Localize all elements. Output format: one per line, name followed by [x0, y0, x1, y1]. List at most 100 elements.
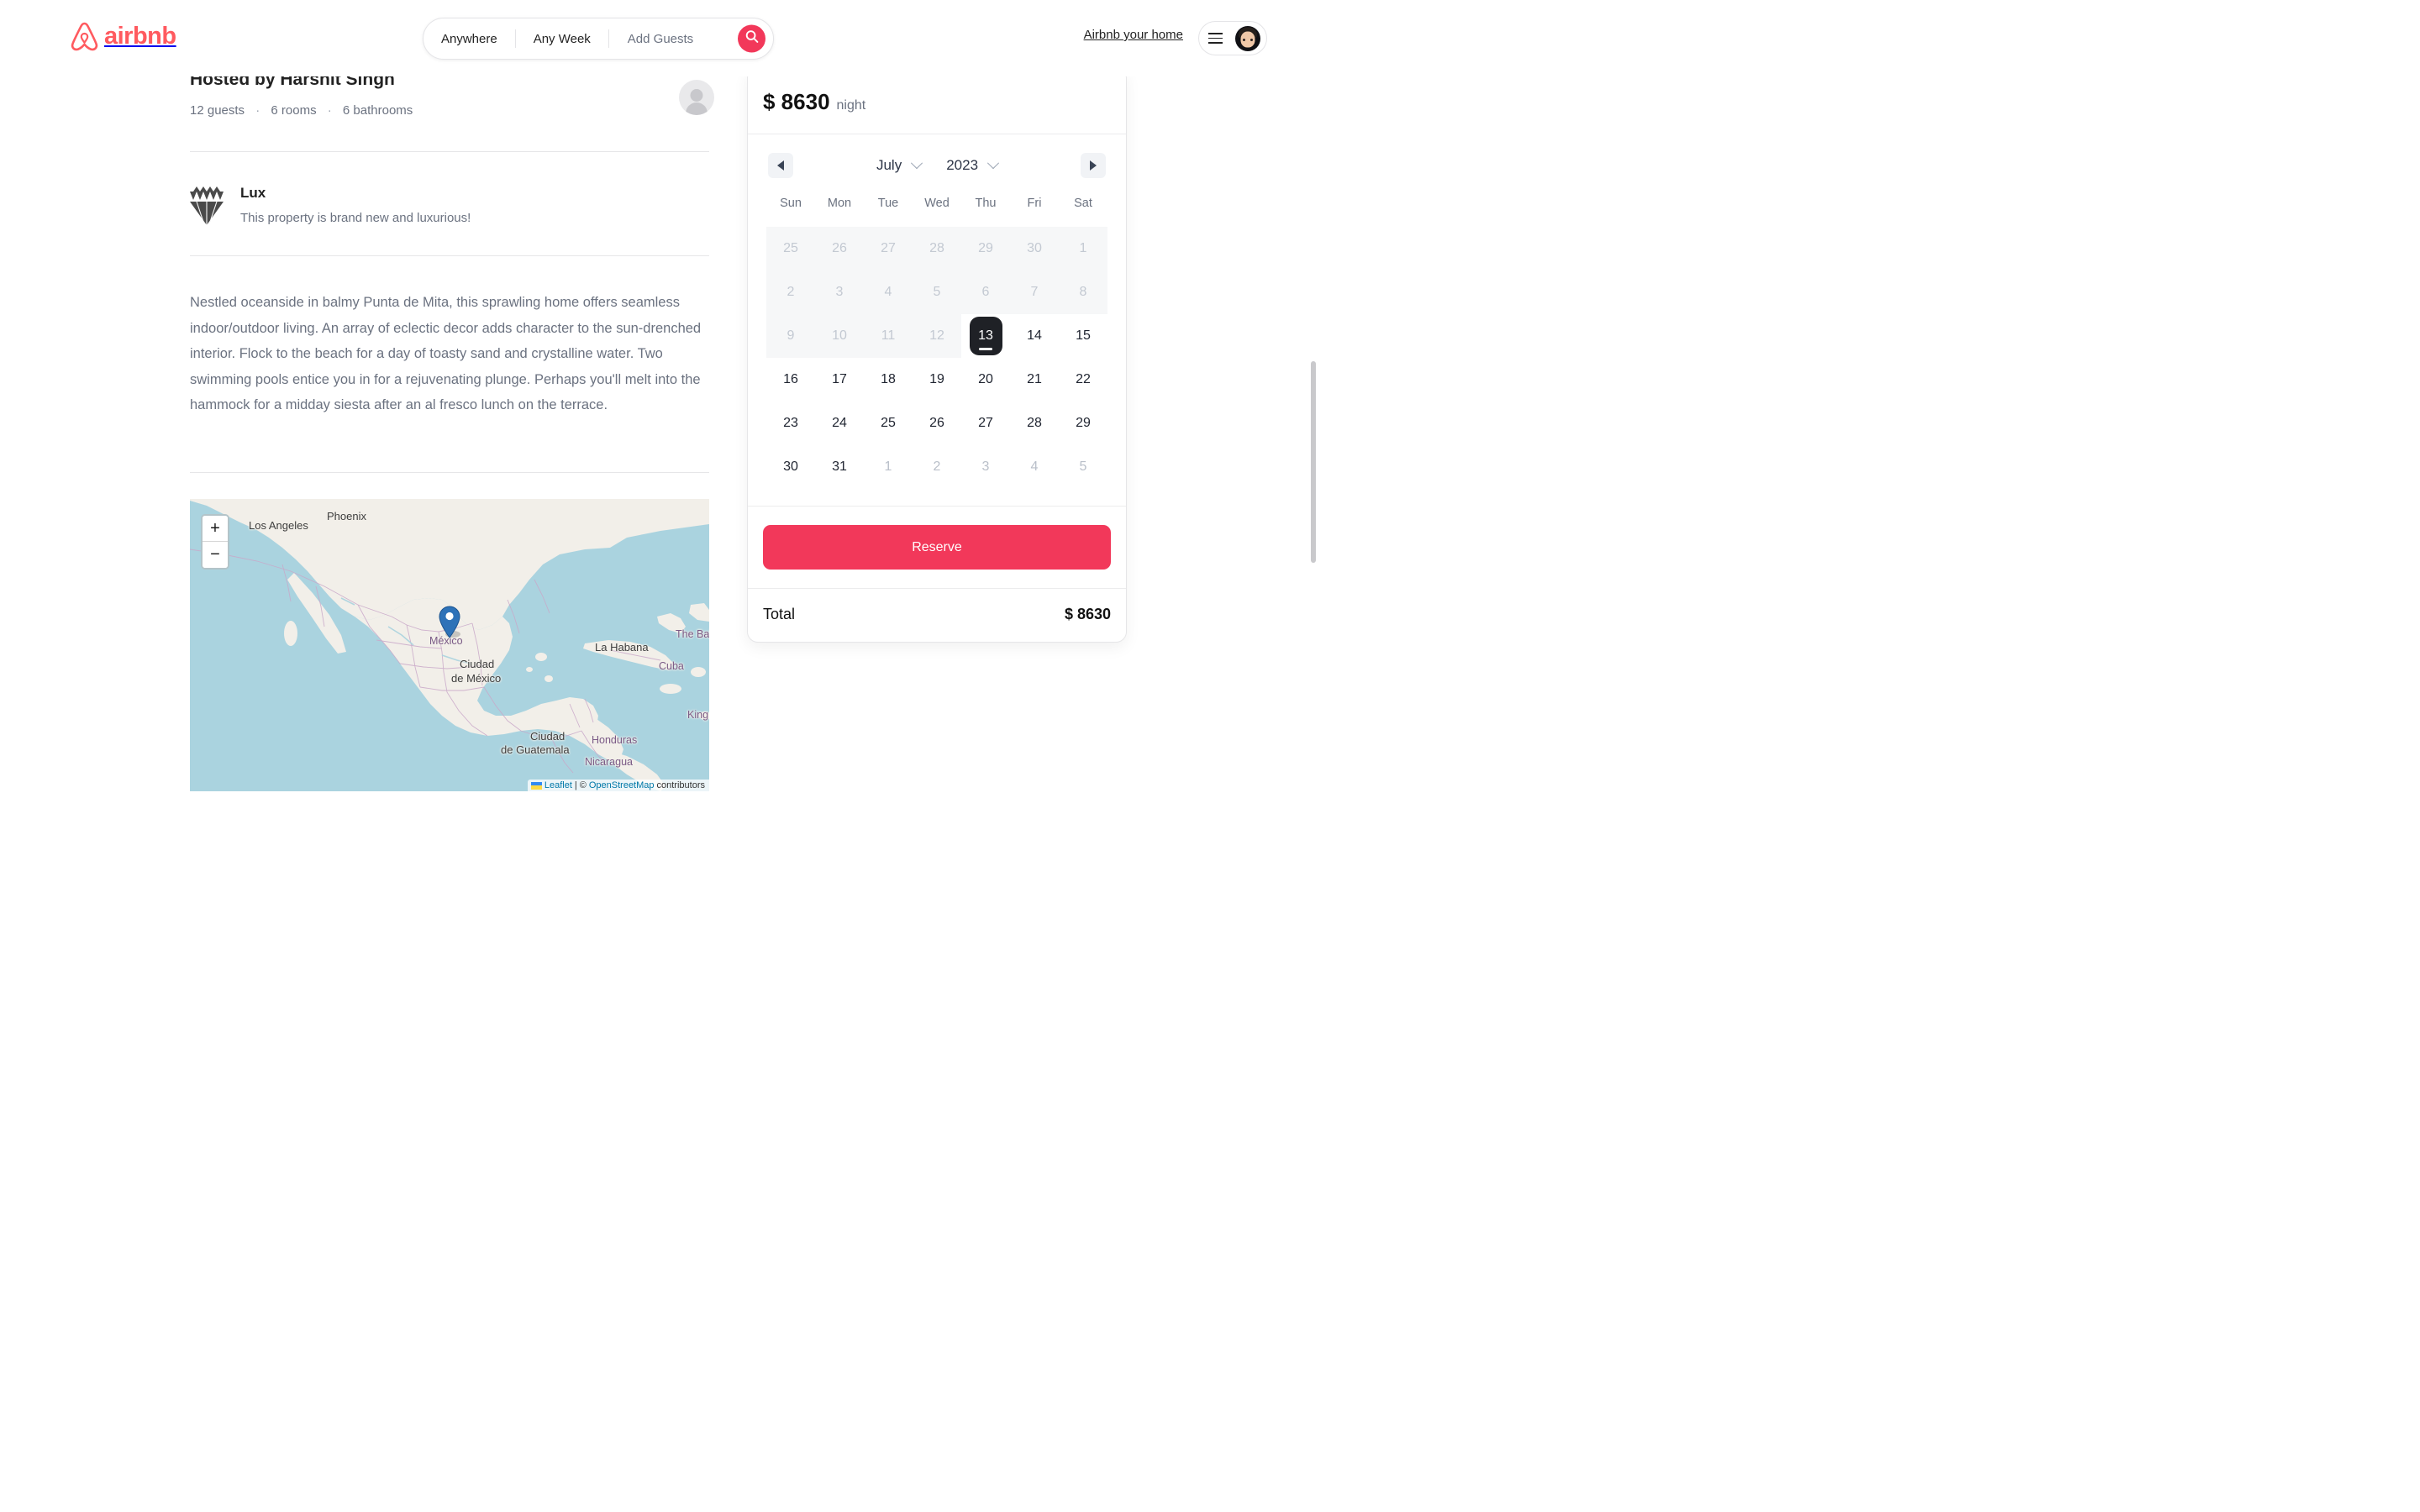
calendar-day: 2	[766, 270, 815, 314]
search-button[interactable]	[738, 24, 765, 53]
month-year-selects: July 2023	[876, 157, 1000, 174]
calendar-grid: Sun Mon Tue Wed Thu Fri Sat 25 26 27 28 29 30 1 2 3 4 5 6 7…	[766, 197, 1107, 489]
capacity-separator-2: ·	[327, 103, 332, 118]
weekday-header: Thu	[975, 197, 997, 210]
year-select[interactable]: 2023	[946, 157, 1000, 174]
chevron-left-icon	[777, 160, 784, 171]
weekday-header: Fri	[1027, 197, 1042, 210]
next-month-button[interactable]	[1081, 153, 1106, 178]
capacity-bathrooms: 6 bathrooms	[342, 103, 413, 118]
map-place-label: de México	[451, 672, 502, 685]
reserve-button[interactable]: Reserve	[763, 525, 1111, 570]
calendar-day[interactable]: 30	[766, 445, 815, 489]
calendar-day: 1	[1059, 227, 1107, 270]
prev-month-button[interactable]	[768, 153, 793, 178]
calendar-day: 10	[815, 314, 864, 358]
attribution-contributors: contributors	[656, 780, 705, 790]
map-place-label: de Guatemala	[501, 743, 570, 756]
weekday-header: Mon	[827, 197, 852, 210]
map-place-label: Ciudad	[530, 730, 566, 743]
location-pin-marker[interactable]	[439, 606, 460, 643]
map-attribution[interactable]: Leaflet | © OpenStreetMap contributors	[527, 780, 709, 791]
capacity-separator-1: ·	[255, 103, 260, 118]
host-avatar-body	[686, 102, 708, 115]
site-header: airbnb Anywhere Any Week Add Guests Airb…	[0, 0, 1318, 76]
page-scrollbar[interactable]	[1311, 361, 1316, 563]
calendar-day[interactable]: 18	[864, 358, 913, 402]
calendar-day: 1	[884, 459, 892, 474]
price-header: $ 8630 night	[748, 68, 1126, 134]
price-unit: night	[836, 98, 866, 113]
search-icon	[745, 30, 759, 48]
calendar-day[interactable]: 15	[1059, 314, 1107, 358]
weekday-header: Wed	[924, 197, 950, 210]
search-bar[interactable]: Anywhere Any Week Add Guests	[423, 18, 774, 60]
search-guests-field[interactable]: Add Guests	[609, 32, 711, 46]
calendar-day[interactable]: 23	[766, 402, 815, 445]
map-zoom-controls[interactable]: + −	[201, 514, 229, 570]
calendar-day[interactable]: 28	[1010, 402, 1059, 445]
calendar-day-selected[interactable]: 13	[961, 314, 1010, 358]
diamond-lux-icon	[190, 186, 224, 225]
lux-title: Lux	[240, 185, 266, 201]
reserve-section: Reserve	[748, 507, 1126, 589]
user-menu-button[interactable]	[1198, 21, 1267, 55]
date-picker: July 2023 Sun Mon Tue Wed Thu Fri Sat 25 26 27 28 2…	[748, 134, 1126, 507]
booking-card: $ 8630 night July 2023 Sun Mon Tue Wed T…	[747, 67, 1127, 643]
host-avatar[interactable]	[679, 80, 714, 115]
map-place-label: Los Angeles	[249, 519, 308, 532]
calendar-day: 26	[815, 227, 864, 270]
map-place-label: Nicaragua	[585, 756, 633, 768]
hamburger-menu-icon[interactable]	[1208, 32, 1223, 45]
map-zoom-in-button[interactable]: +	[203, 516, 228, 542]
calendar-day[interactable]: 17	[815, 358, 864, 402]
map-zoom-out-button[interactable]: −	[203, 542, 228, 568]
calendar-day[interactable]: 31	[815, 445, 864, 489]
calendar-day[interactable]: 22	[1059, 358, 1107, 402]
calendar-day[interactable]: 26	[913, 402, 961, 445]
openstreetmap-link[interactable]: OpenStreetMap	[589, 780, 655, 790]
calendar-day[interactable]: 20	[961, 358, 1010, 402]
calendar-day: 5	[913, 270, 961, 314]
divider-middle	[190, 255, 709, 256]
calendar-day: 8	[1059, 270, 1107, 314]
leaflet-link[interactable]: Leaflet	[544, 780, 572, 790]
calendar-day: 30	[1010, 227, 1059, 270]
calendar-day[interactable]: 16	[766, 358, 815, 402]
year-value: 2023	[946, 157, 979, 173]
calendar-day: 9	[766, 314, 815, 358]
calendar-day: 4	[1030, 459, 1039, 474]
calendar-day[interactable]: 14	[1010, 314, 1059, 358]
search-dates-field[interactable]: Any Week	[516, 32, 608, 46]
capacity-guests: 12 guests	[190, 103, 245, 118]
calendar-day[interactable]: 27	[961, 402, 1010, 445]
ukraine-flag-icon	[530, 781, 542, 790]
weekday-header: Sun	[780, 197, 802, 210]
page-content: Hosted by Harshit Singh 12 guests · 6 ro…	[0, 0, 1318, 823]
total-amount: $ 8630	[1064, 606, 1111, 622]
airbnb-logo[interactable]: airbnb	[71, 22, 176, 51]
weekday-header: Tue	[877, 197, 899, 210]
location-map[interactable]: + − Los Angeles Phoenix México Ciudad de Méx…	[190, 499, 709, 791]
calendar-day: 28	[913, 227, 961, 270]
calendar-day: 7	[1010, 270, 1059, 314]
calendar-day: 4	[864, 270, 913, 314]
calendar-day[interactable]: 24	[815, 402, 864, 445]
host-avatar-head	[690, 89, 703, 102]
map-place-label: Honduras	[592, 734, 638, 746]
chevron-down-icon	[986, 157, 1000, 170]
user-avatar-icon[interactable]	[1235, 25, 1260, 51]
airbnb-your-home-link[interactable]: Airbnb your home	[1084, 28, 1183, 42]
search-location-field[interactable]: Anywhere	[424, 32, 515, 46]
attribution-pipe: |	[574, 780, 577, 790]
capacity-rooms: 6 rooms	[271, 103, 317, 118]
calendar-day[interactable]: 19	[913, 358, 961, 402]
listing-capacity: 12 guests · 6 rooms · 6 bathrooms	[190, 103, 413, 118]
map-place-label: Ciudad	[460, 658, 495, 670]
calendar-day[interactable]: 21	[1010, 358, 1059, 402]
selected-day-pill: 13	[969, 317, 1002, 355]
month-select[interactable]: July	[876, 157, 923, 174]
calendar-day[interactable]: 29	[1059, 402, 1107, 445]
calendar-day: 3	[981, 459, 990, 474]
calendar-day[interactable]: 25	[864, 402, 913, 445]
